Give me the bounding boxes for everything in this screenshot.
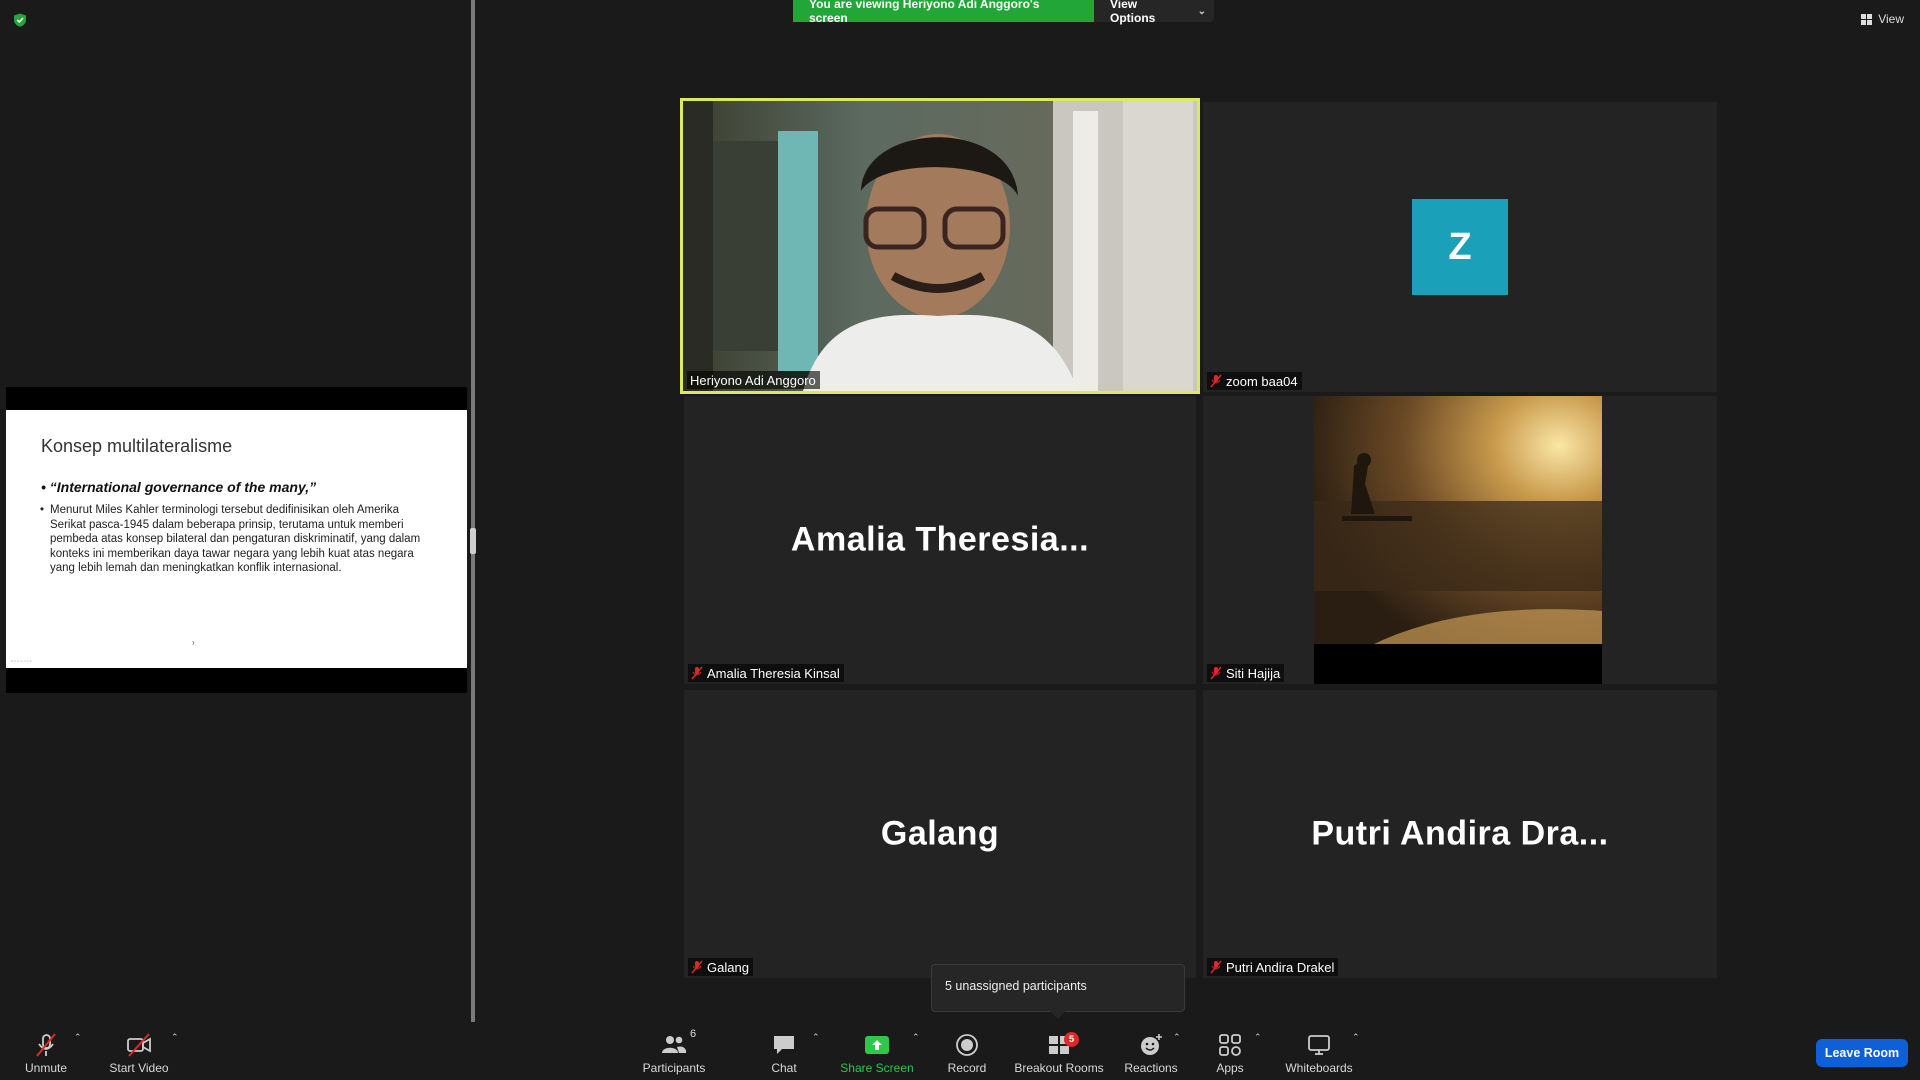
participant-nametag: Heriyono Adi Anggoro (687, 371, 820, 389)
muted-mic-icon (36, 1033, 56, 1057)
participant-name: Galang (707, 959, 749, 975)
reactions-label: Reactions (1124, 1061, 1178, 1075)
slide-title: Konsep multilateralisme (41, 436, 233, 456)
breakout-rooms-button[interactable]: Breakout Rooms (1013, 1022, 1105, 1080)
video-off-icon (127, 1033, 151, 1057)
apps-options-caret-icon[interactable]: ⌃ (1254, 1032, 1262, 1043)
participant-video-feed (1314, 396, 1602, 684)
whiteboards-label: Whiteboards (1285, 1061, 1353, 1075)
share-screen-icon (865, 1036, 889, 1054)
view-button-label: View (1878, 12, 1904, 26)
muted-mic-icon (691, 666, 703, 680)
whiteboard-icon (1308, 1035, 1330, 1055)
panel-divider[interactable] (471, 0, 475, 1028)
muted-mic-icon (691, 960, 703, 974)
participant-name: Siti Hajija (1226, 665, 1281, 681)
participants-button[interactable]: Participants (640, 1022, 708, 1080)
participant-display-name: Putri Andira Dra... (1311, 814, 1609, 853)
shared-slide-frame[interactable]: Konsep multilateralisme • “International… (6, 387, 467, 693)
participant-name: Amalia Theresia Kinsal (707, 665, 840, 681)
participant-tile-amalia[interactable]: Amalia Theresia... Amalia Theresia Kinsa… (684, 396, 1196, 684)
leave-room-button[interactable]: Leave Room (1816, 1039, 1908, 1067)
slide-footer-dots: ▫▫▫▫▫▫▫ (11, 659, 33, 665)
muted-mic-icon (1210, 960, 1222, 974)
mouse-cursor-icon: › (192, 638, 195, 647)
chat-label: Chat (771, 1061, 797, 1075)
unmute-label: Unmute (24, 1061, 68, 1075)
divider-drag-handle[interactable] (470, 528, 476, 554)
participant-nametag: zoom baa04 (1207, 372, 1302, 390)
chat-options-caret-icon[interactable]: ⌃ (812, 1032, 820, 1043)
participant-tile-zoom-baa04[interactable]: Z zoom baa04 (1203, 102, 1717, 392)
meeting-stage: Konsep multilateralisme • “International… (0, 0, 1920, 1028)
participant-name: Putri Andira Drakel (1226, 959, 1335, 975)
muted-mic-icon (1210, 374, 1222, 388)
tooltip-text: 5 unassigned participants (945, 979, 1087, 993)
viewing-screen-label: You are viewing Heriyono Adi Anggoro's s… (793, 0, 1094, 25)
participant-nametag: Putri Andira Drakel (1207, 958, 1339, 976)
participant-nametag: Siti Hajija (1207, 664, 1285, 682)
slide-bullet-quote: • “International governance of the many,… (41, 479, 317, 495)
reactions-icon (1141, 1034, 1162, 1055)
avatar: Z (1412, 199, 1508, 295)
participant-display-name: Amalia Theresia... (790, 520, 1090, 559)
audio-options-caret-icon[interactable]: ⌃ (74, 1032, 82, 1043)
unassigned-participants-tooltip: 5 unassigned participants (931, 964, 1185, 1019)
reactions-options-caret-icon[interactable]: ⌃ (1173, 1032, 1181, 1043)
meeting-toolbar: Unmute ⌃ Start Video ⌃ Participants 6 Ch… (0, 1022, 1920, 1080)
breakout-rooms-label: Breakout Rooms (1014, 1061, 1104, 1075)
video-options-caret-icon[interactable]: ⌃ (171, 1032, 179, 1043)
encryption-shield-icon[interactable] (13, 13, 27, 27)
record-button[interactable]: Record (944, 1022, 990, 1080)
chevron-down-icon: ⌄ (1197, 5, 1206, 17)
view-button[interactable]: View (1861, 12, 1904, 26)
share-options-caret-icon[interactable]: ⌃ (912, 1032, 920, 1043)
tooltip-pointer (1050, 1011, 1066, 1019)
participant-tile-siti-hajija[interactable]: Siti Hajija (1203, 396, 1717, 684)
whiteboards-button[interactable]: Whiteboards (1282, 1022, 1356, 1080)
reactions-button[interactable]: Reactions (1123, 1022, 1179, 1080)
record-label: Record (947, 1061, 987, 1075)
apps-button[interactable]: Apps (1210, 1022, 1250, 1080)
participants-label: Participants (642, 1061, 706, 1075)
share-screen-button[interactable]: Share Screen (840, 1022, 914, 1080)
start-video-label: Start Video (109, 1061, 169, 1075)
gallery-view-icon (1861, 13, 1873, 25)
participant-name: Heriyono Adi Anggoro (690, 372, 816, 388)
participant-video-feed (683, 101, 1197, 391)
unmute-button[interactable]: Unmute (18, 1022, 74, 1080)
participant-nametag: Galang (688, 958, 753, 976)
participant-display-name: Galang (880, 814, 1000, 853)
shared-screen-panel: Konsep multilateralisme • “International… (0, 0, 471, 1028)
shared-slide: Konsep multilateralisme • “International… (6, 410, 467, 668)
participant-tile-putri[interactable]: Putri Andira Dra... Putri Andira Drakel (1203, 690, 1717, 978)
viewing-banner: You are viewing Heriyono Adi Anggoro's s… (793, 0, 1214, 25)
participant-name: zoom baa04 (1226, 373, 1298, 389)
participant-tile-galang[interactable]: Galang Galang (684, 690, 1196, 978)
chat-button[interactable]: Chat (764, 1022, 804, 1080)
participant-nametag: Amalia Theresia Kinsal (688, 664, 844, 682)
chat-icon (774, 1036, 794, 1054)
view-options-button[interactable]: View Options ⌄ (1094, 0, 1214, 25)
whiteboards-options-caret-icon[interactable]: ⌃ (1352, 1032, 1360, 1043)
record-icon (956, 1034, 978, 1056)
participant-tile-heriyono[interactable]: Heriyono Adi Anggoro (680, 98, 1200, 394)
apps-icon (1219, 1034, 1241, 1056)
apps-label: Apps (1216, 1061, 1244, 1075)
view-options-label: View Options (1110, 0, 1156, 25)
muted-mic-icon (1210, 666, 1222, 680)
participants-count-badge: 6 (690, 1028, 697, 1040)
participants-icon (662, 1036, 687, 1053)
slide-bullet-text: Menurut Miles Kahler terminologi tersebu… (40, 503, 433, 576)
breakout-rooms-badge: 5 (1064, 1032, 1079, 1047)
share-screen-label: Share Screen (840, 1061, 914, 1075)
start-video-button[interactable]: Start Video (104, 1022, 174, 1080)
